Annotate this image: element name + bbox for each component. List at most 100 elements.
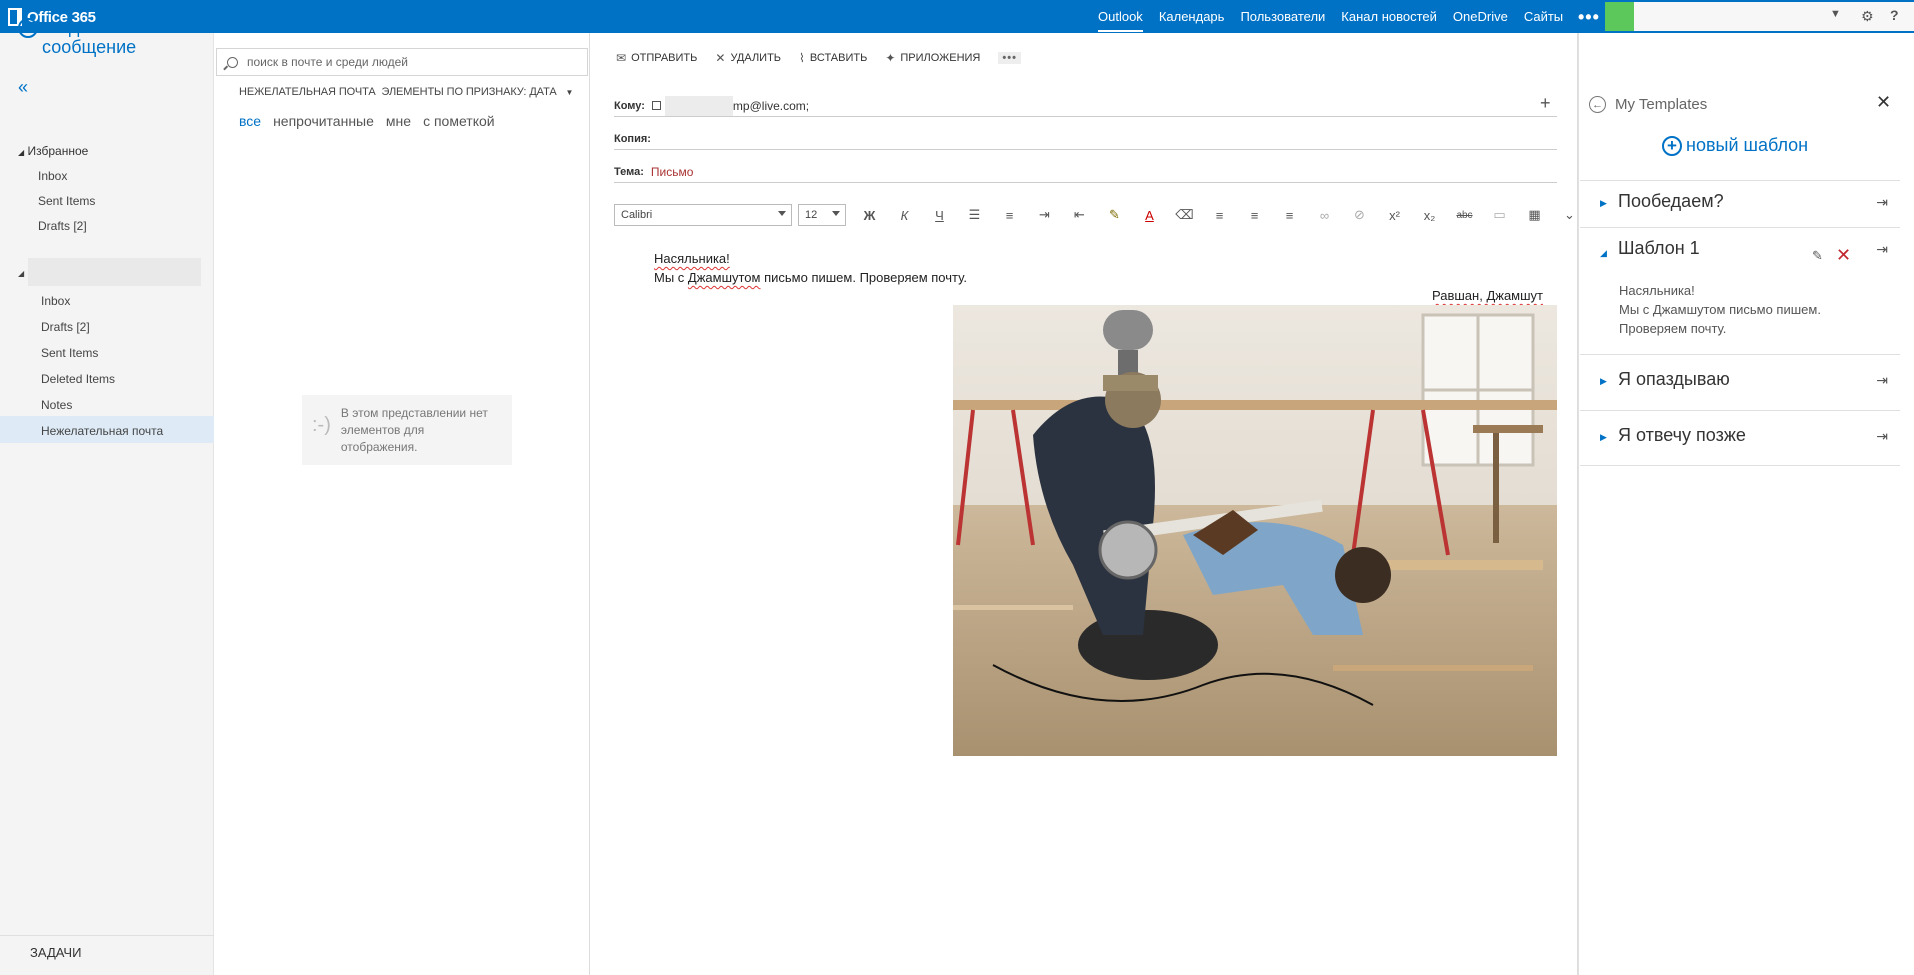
font-size-select[interactable]: 12 — [798, 204, 846, 226]
to-field[interactable]: Кому: mp@live.com; — [614, 95, 1557, 117]
cc-field[interactable]: Копия: — [614, 128, 1557, 150]
superscript-icon[interactable]: x² — [1377, 208, 1412, 223]
folder-junk[interactable]: Нежелательная почта — [41, 424, 163, 438]
message-body[interactable]: Насяльника! Мы с Джамшутом письмо пишем.… — [654, 249, 967, 287]
nav-outlook[interactable]: Outlook — [1098, 1, 1143, 32]
discard-label: УДАЛИТЬ — [730, 52, 782, 64]
recipient-checkbox[interactable] — [651, 101, 661, 110]
folder-fav-sent[interactable]: Sent Items — [38, 194, 95, 208]
template-item[interactable]: ▶ Я отвечу позже ⇥ — [1580, 411, 1900, 466]
template-item[interactable]: ▶ Пообедаем? ⇥ — [1580, 180, 1900, 228]
font-color-icon[interactable]: A — [1132, 208, 1167, 223]
apps-label: ПРИЛОЖЕНИЯ — [900, 52, 981, 64]
clear-format-icon[interactable]: ⌫ — [1167, 207, 1202, 223]
new-message-button[interactable]: + создать сообщение — [18, 17, 152, 57]
body-line2-suffix: письмо пишем. Проверяем почту. — [760, 270, 967, 285]
folder-sent[interactable]: Sent Items — [41, 346, 98, 360]
strikethrough-icon[interactable]: abc — [1447, 210, 1482, 221]
filter-all[interactable]: все — [239, 113, 261, 129]
align-right-icon[interactable]: ≡ — [1272, 208, 1307, 223]
table-icon[interactable]: ▦ — [1517, 207, 1552, 223]
align-center-icon[interactable]: ≡ — [1237, 208, 1272, 223]
highlight-icon[interactable]: ✎ — [1097, 207, 1132, 223]
insert-template-icon[interactable]: ⇥ — [1876, 241, 1888, 258]
favorites-header[interactable]: ◢ Избранное — [18, 144, 88, 158]
triangle-down-icon: ◢ — [18, 148, 25, 157]
folder-deleted[interactable]: Deleted Items — [41, 372, 115, 386]
folder-drafts[interactable]: Drafts [2] — [41, 320, 90, 334]
insert-template-icon[interactable]: ⇥ — [1876, 428, 1888, 445]
subject-field[interactable]: Тема: Письмо — [614, 161, 1557, 183]
outdent-icon[interactable]: ⇤ — [1062, 207, 1097, 223]
more-apps-button[interactable]: ••• — [1578, 7, 1600, 28]
close-icon[interactable]: ✕ — [1876, 92, 1891, 113]
folder-pane — [0, 33, 214, 975]
unlink-icon[interactable]: ⊘ — [1342, 207, 1377, 223]
font-family-select[interactable]: Calibri — [614, 204, 792, 226]
filter-to-me[interactable]: мне — [386, 113, 411, 129]
bold-icon[interactable]: Ж — [852, 208, 887, 223]
insert-template-icon[interactable]: ⇥ — [1876, 194, 1888, 211]
search-input[interactable]: поиск в почте и среди людей — [216, 48, 588, 76]
folder-fav-drafts[interactable]: Drafts [2] — [38, 219, 87, 233]
message-list-pane — [214, 33, 590, 975]
back-arrow-icon[interactable]: ← — [1589, 96, 1606, 113]
add-recipient-icon[interactable]: + — [1540, 93, 1551, 114]
paperclip-icon: ⌇ — [799, 51, 805, 65]
filter-unread[interactable]: непрочитанные — [273, 113, 374, 129]
user-photo[interactable] — [1605, 2, 1634, 31]
pencil-icon[interactable]: ✎ — [1812, 248, 1823, 264]
nav-onedrive[interactable]: OneDrive — [1453, 9, 1508, 24]
insert-template-icon[interactable]: ⇥ — [1876, 372, 1888, 389]
nav-people[interactable]: Пользователи — [1240, 9, 1325, 24]
template-item[interactable]: ▶ Я опаздываю ⇥ — [1580, 355, 1900, 411]
send-button[interactable]: ✉ ОТПРАВИТЬ — [616, 51, 697, 65]
bullet-list-icon[interactable]: ☰ — [957, 207, 992, 223]
nav-calendar[interactable]: Календарь — [1159, 9, 1225, 24]
close-icon: ✕ — [715, 51, 726, 65]
formatting-toolbar: Calibri 12 Ж К Ч ☰ ≡ ⇥ ⇤ ✎ A ⌫ ≡ ≡ ≡ ∞ ⊘… — [614, 204, 1587, 226]
align-left-icon[interactable]: ≡ — [1202, 208, 1237, 223]
filter-flagged[interactable]: с пометкой — [423, 113, 495, 129]
body-line2-prefix: Мы с — [654, 270, 688, 285]
triangle-right-icon: ▶ — [1600, 198, 1607, 208]
delete-template-icon[interactable]: ✕ — [1836, 245, 1851, 266]
nav-newsfeed[interactable]: Канал новостей — [1341, 9, 1437, 24]
folder-sort-label[interactable]: НЕЖЕЛАТЕЛЬНАЯ ПОЧТА ЭЛЕМЕНТЫ ПО ПРИЗНАКУ… — [239, 86, 573, 98]
folder-inbox[interactable]: Inbox — [41, 294, 70, 308]
tasks-link[interactable]: ЗАДАЧИ — [30, 945, 81, 960]
image-icon[interactable]: ▭ — [1482, 207, 1517, 223]
body-line-2: Мы с Джамшутом письмо пишем. Проверяем п… — [654, 268, 967, 287]
help-icon[interactable]: ? — [1890, 7, 1899, 23]
folder-sort-text: НЕЖЕЛАТЕЛЬНАЯ ПОЧТА ЭЛЕМЕНТЫ ПО ПРИЗНАКУ… — [239, 86, 557, 98]
numbered-list-icon[interactable]: ≡ — [992, 208, 1027, 223]
folder-fav-inbox[interactable]: Inbox — [38, 169, 67, 183]
gear-icon[interactable]: ⚙ — [1861, 8, 1874, 25]
italic-icon[interactable]: К — [887, 208, 922, 223]
empty-list-text: В этом представлении нет элементов для о… — [340, 406, 488, 454]
folder-notes[interactable]: Notes — [41, 398, 72, 412]
collapse-pane-icon[interactable]: « — [18, 77, 28, 98]
template-preview-line: Насяльника! — [1619, 283, 1695, 298]
underline-icon[interactable]: Ч — [922, 208, 957, 223]
chevron-down-icon — [778, 211, 786, 216]
nav-sites[interactable]: Сайты — [1524, 9, 1563, 24]
triangle-down-icon[interactable]: ◢ — [18, 269, 24, 278]
apps-button[interactable]: ✦ ПРИЛОЖЕНИЯ — [885, 51, 980, 65]
triangle-right-icon: ▶ — [1600, 432, 1607, 442]
template-preview-line: Мы с Джамшутом письмо пишем. — [1619, 302, 1821, 317]
insert-button[interactable]: ⌇ ВСТАВИТЬ — [799, 51, 867, 65]
account-name-redacted[interactable] — [28, 258, 201, 286]
chevron-down-icon — [832, 211, 840, 216]
cc-label: Копия: — [614, 132, 651, 145]
indent-icon[interactable]: ⇥ — [1027, 207, 1062, 223]
divider — [0, 935, 214, 936]
inline-photo[interactable] — [953, 305, 1557, 756]
emoticon-icon: :-) — [312, 414, 331, 436]
chevron-down-icon[interactable]: ▼ — [1830, 8, 1841, 20]
more-actions-button[interactable]: ••• — [998, 52, 1021, 64]
discard-button[interactable]: ✕ УДАЛИТЬ — [715, 51, 781, 65]
subscript-icon[interactable]: x₂ — [1412, 208, 1447, 223]
new-template-button[interactable]: + новый шаблон — [1662, 135, 1808, 156]
link-icon[interactable]: ∞ — [1307, 208, 1342, 223]
